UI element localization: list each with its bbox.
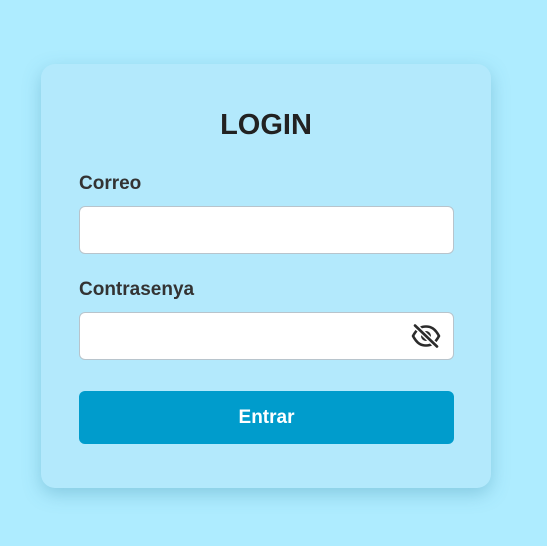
eye-slash-icon[interactable]	[410, 321, 442, 351]
submit-button[interactable]: Entrar	[79, 391, 454, 444]
email-field[interactable]	[79, 206, 454, 254]
login-title: LOGIN	[220, 109, 312, 141]
login-card: LOGIN Correo Contrasenya Entrar	[41, 64, 491, 488]
password-label: Contrasenya	[79, 279, 195, 300]
password-field[interactable]	[79, 312, 454, 360]
email-label: Correo	[79, 173, 142, 194]
